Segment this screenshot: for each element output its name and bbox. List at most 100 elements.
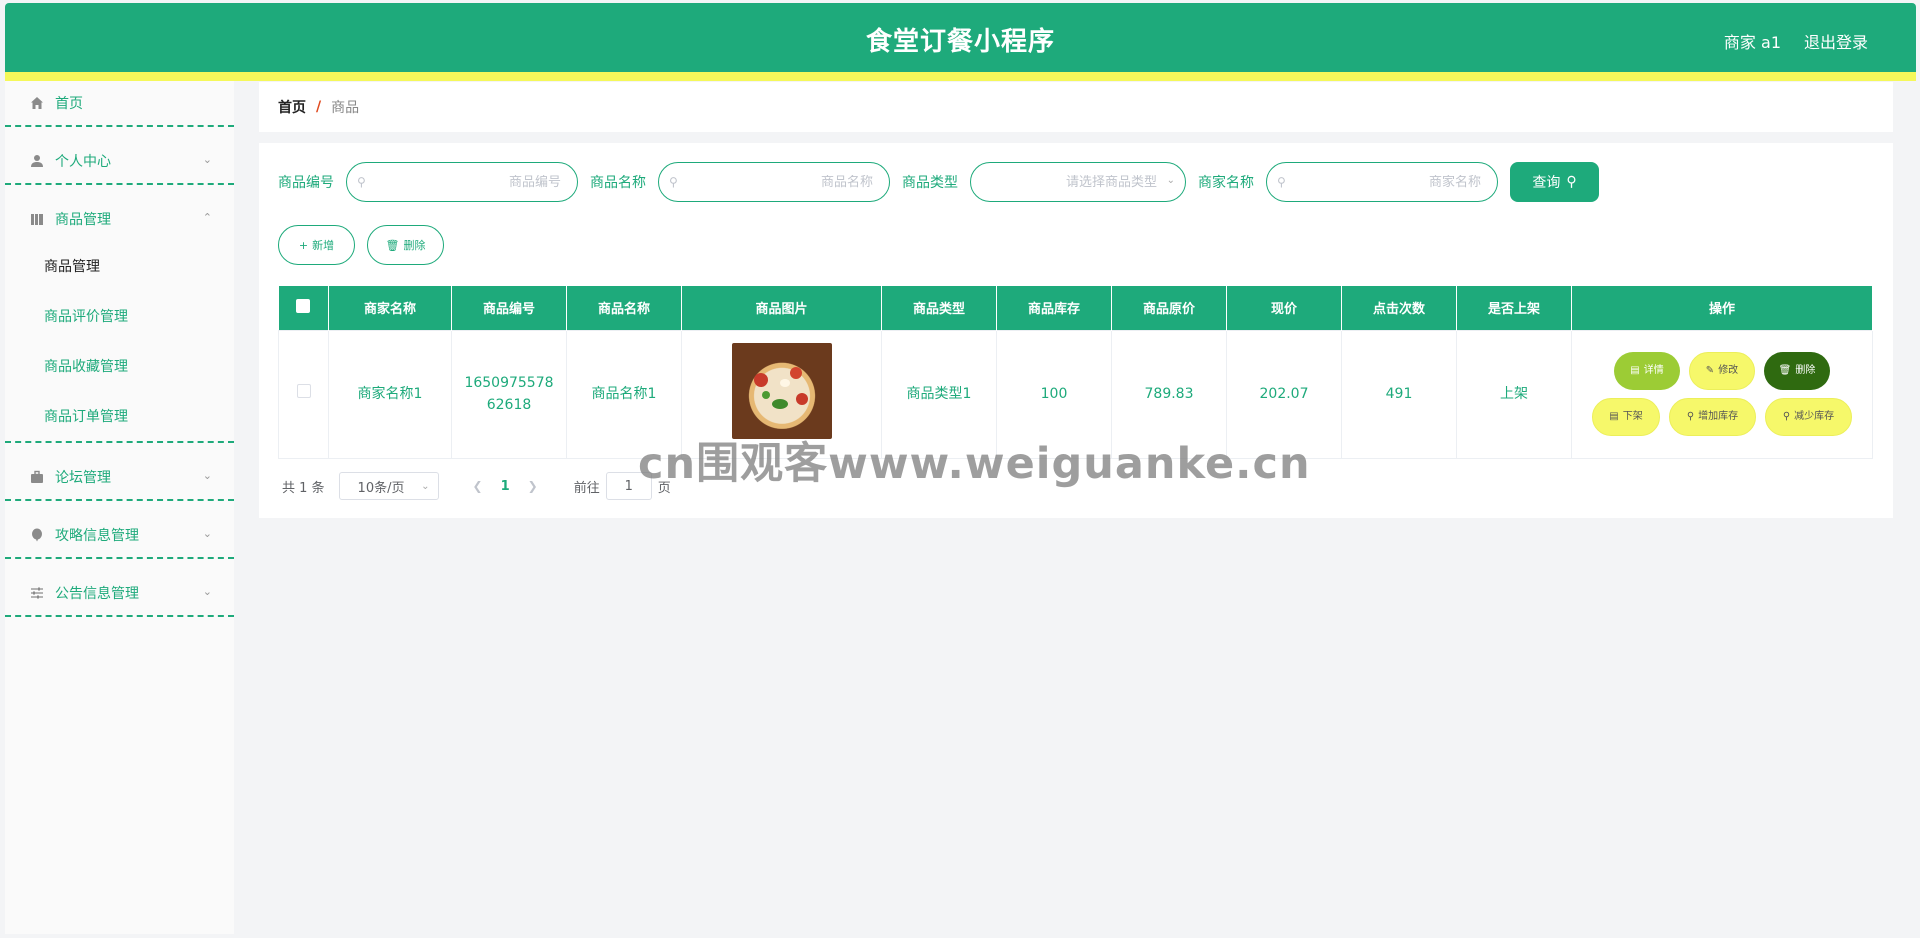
sidebar-item-home[interactable]: 首页: [5, 81, 234, 125]
goto-label: 前往: [573, 480, 600, 496]
sidebar-item-goods-management[interactable]: 商品管理 ⌃: [5, 197, 234, 241]
goods-name-input[interactable]: [683, 174, 873, 190]
trash-icon: 🗑: [1778, 365, 1792, 376]
table-header[interactable]: 商品库存: [996, 286, 1112, 330]
sidebar-item-label: 首页: [55, 96, 83, 112]
goods-name-field: ⚲: [658, 162, 890, 202]
sidebar-subitem-goods-orders[interactable]: 商品订单管理: [5, 391, 234, 441]
balloon-icon: [29, 527, 45, 543]
pagination: 共 1 条 10条/页 ⌄ ❮ 1 ❯ 前往 页: [282, 472, 671, 500]
chevron-down-icon: ⌄: [1166, 175, 1175, 186]
search-icon: ⚲: [1277, 175, 1286, 189]
cell-merchant: 商家名称1: [328, 329, 452, 459]
breadcrumb: 首页 / 商品: [259, 82, 1893, 132]
take-down-button-label: 下架: [1622, 411, 1643, 422]
table-header-row: 商家名称 商品编号 商品名称 商品图片 商品类型 商品库存 商品原价 现价 点击…: [278, 286, 1873, 330]
sidebar-subitem-goods-reviews[interactable]: 商品评价管理: [5, 291, 234, 341]
sidebar-item-label: 论坛管理: [55, 470, 111, 486]
take-down-button[interactable]: ▤ 下架: [1592, 398, 1660, 436]
cell-operations: ▤ 详情 ✎ 修改 🗑 删除 ▤ 下架 ⚲ 增加库存 ⚲ 减少库存: [1571, 329, 1873, 459]
table-header[interactable]: 是否上架: [1456, 286, 1572, 330]
cell-on-shelf: 上架: [1456, 329, 1572, 459]
select-all-cell: [278, 286, 329, 330]
detail-button[interactable]: ▤ 详情: [1614, 352, 1680, 390]
sidebar-item-label: 商品管理: [55, 212, 111, 228]
sidebar-group-guides: 攻略信息管理 ⌄: [5, 513, 234, 559]
reduce-stock-button[interactable]: ⚲ 减少库存: [1765, 398, 1852, 436]
sidebar-item-notices[interactable]: 公告信息管理 ⌄: [5, 571, 234, 615]
sidebar-subitem-goods-favorites[interactable]: 商品收藏管理: [5, 341, 234, 391]
pencil-icon: ✎: [1705, 365, 1715, 376]
reduce-stock-button-label: 减少库存: [1794, 411, 1835, 422]
chevron-down-icon: ⌄: [202, 585, 212, 598]
table-header[interactable]: 商品编号: [451, 286, 567, 330]
goods-type-select[interactable]: ⌄: [970, 162, 1186, 202]
page-number-current[interactable]: 1: [501, 479, 510, 494]
breadcrumb-separator: /: [316, 99, 322, 115]
app-title: 食堂订餐小程序: [865, 27, 1055, 57]
merchant-name-input[interactable]: [1291, 174, 1481, 190]
breadcrumb-current: 商品: [331, 100, 360, 116]
edit-button[interactable]: ✎ 修改: [1689, 352, 1755, 390]
row-checkbox[interactable]: [296, 384, 311, 398]
location-pin-icon: ⚲: [1686, 411, 1695, 422]
sidebar-item-personal-center[interactable]: 个人中心 ⌄: [5, 139, 234, 183]
document-icon: ▤: [1609, 411, 1619, 422]
row-select-cell: [278, 329, 329, 459]
logout-link[interactable]: 退出登录: [1804, 29, 1868, 53]
next-page-icon[interactable]: ❯: [528, 479, 538, 493]
sidebar-item-forum[interactable]: 论坛管理 ⌄: [5, 455, 234, 499]
goods-type-label: 商品类型: [902, 175, 958, 191]
query-button-label: 查询: [1532, 175, 1561, 191]
table-header[interactable]: 现价: [1226, 286, 1342, 330]
query-button[interactable]: 查询 ⚲: [1510, 162, 1599, 202]
sidebar-item-label: 个人中心: [55, 154, 111, 170]
add-button-label: 新增: [312, 239, 335, 252]
plus-icon: +: [298, 238, 309, 252]
row-actions: ▤ 详情 ✎ 修改 🗑 删除 ▤ 下架 ⚲ 增加库存 ⚲ 减少库存: [1572, 352, 1872, 436]
search-icon: ⚲: [669, 175, 678, 189]
prev-page-icon[interactable]: ❮: [473, 479, 483, 493]
table-header[interactable]: 商品图片: [681, 286, 882, 330]
watermark: cn围观客www.weiguanke.cn: [638, 439, 1311, 489]
page-size-select[interactable]: 10条/页 ⌄: [338, 472, 439, 500]
table-header[interactable]: 商品类型: [881, 286, 997, 330]
table-header[interactable]: 商品名称: [566, 286, 682, 330]
book-icon: [29, 211, 45, 227]
add-stock-button-label: 增加库存: [1698, 411, 1739, 422]
sliders-icon: [29, 585, 45, 601]
search-icon: ⚲: [1566, 174, 1577, 190]
goods-type-input[interactable]: [981, 174, 1169, 190]
sidebar-group-home: 首页: [5, 81, 234, 127]
select-all-checkbox[interactable]: [296, 298, 311, 313]
table-header[interactable]: 商家名称: [328, 286, 452, 330]
cell-code: 165097557862618: [451, 329, 567, 459]
total-count: 共 1 条: [282, 480, 325, 496]
detail-button-label: 详情: [1643, 365, 1664, 376]
goods-code-input[interactable]: [371, 174, 561, 190]
breadcrumb-home[interactable]: 首页: [278, 97, 306, 117]
sidebar-subitem-goods[interactable]: 商品管理: [5, 241, 234, 291]
sidebar-group-personal: 个人中心 ⌄: [5, 139, 234, 185]
add-button[interactable]: + 新增: [278, 225, 355, 265]
goods-code-field: ⚲: [346, 162, 578, 202]
chevron-down-icon: ⌄: [202, 527, 212, 540]
goods-name-label: 商品名称: [590, 175, 646, 191]
search-icon: ⚲: [357, 175, 366, 189]
page-size-value: 10条/页: [357, 480, 405, 496]
home-icon: [29, 95, 45, 111]
header-accent-strip: [5, 72, 1916, 81]
table-header[interactable]: 点击次数: [1341, 286, 1457, 330]
trash-icon: 🗑: [385, 238, 400, 252]
sidebar-item-guides[interactable]: 攻略信息管理 ⌄: [5, 513, 234, 557]
sidebar-group-goods: 商品管理 ⌃ 商品管理 商品评价管理 商品收藏管理 商品订单管理: [5, 197, 234, 443]
briefcase-icon: [29, 469, 45, 485]
merchant-name-label: 商家名称: [1198, 175, 1254, 191]
batch-delete-button[interactable]: 🗑 删除: [367, 225, 444, 265]
delete-button[interactable]: 🗑 删除: [1764, 352, 1830, 390]
table-header[interactable]: 商品原价: [1111, 286, 1227, 330]
chevron-down-icon: ⌄: [202, 469, 212, 482]
merchant-name-field: ⚲: [1266, 162, 1498, 202]
add-stock-button[interactable]: ⚲ 增加库存: [1669, 398, 1756, 436]
goods-image[interactable]: [731, 342, 832, 439]
